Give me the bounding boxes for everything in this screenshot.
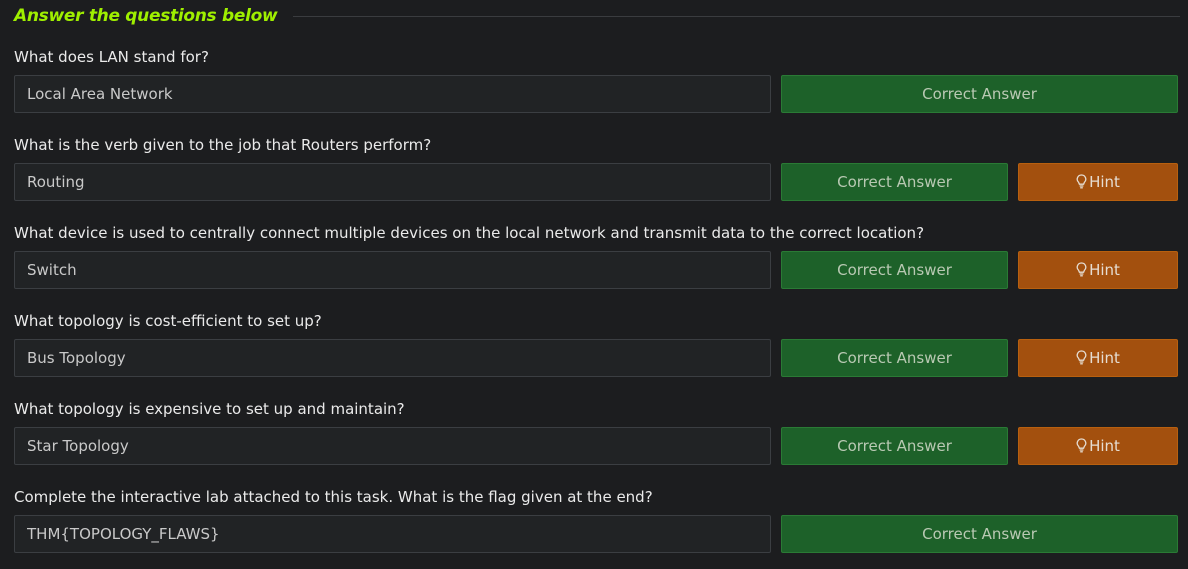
question-text: Complete the interactive lab attached to… <box>14 488 653 506</box>
answer-input[interactable] <box>14 515 771 553</box>
hint-label: Hint <box>1089 173 1120 191</box>
question-text: What does LAN stand for? <box>14 48 209 66</box>
answer-input[interactable] <box>14 75 771 113</box>
lightbulb-icon <box>1076 166 1087 202</box>
correct-answer-button[interactable]: Correct Answer <box>781 75 1178 113</box>
correct-answer-button[interactable]: Correct Answer <box>781 163 1008 201</box>
question-block: What topology is expensive to set up and… <box>14 399 1178 465</box>
header-divider <box>293 15 1180 17</box>
hint-button[interactable]: Hint <box>1018 163 1178 201</box>
question-block: What does LAN stand for? Correct Answer <box>14 47 1178 113</box>
hint-button[interactable]: Hint <box>1018 251 1178 289</box>
question-block: What device is used to centrally connect… <box>14 223 1178 289</box>
answer-input[interactable] <box>14 339 771 377</box>
correct-answer-button[interactable]: Correct Answer <box>781 339 1008 377</box>
section-title: Answer the questions below <box>14 6 278 26</box>
answer-input[interactable] <box>14 427 771 465</box>
question-block: Complete the interactive lab attached to… <box>14 487 1178 553</box>
hint-button[interactable]: Hint <box>1018 339 1178 377</box>
lightbulb-icon <box>1076 342 1087 378</box>
question-block: What is the verb given to the job that R… <box>14 135 1178 201</box>
hint-label: Hint <box>1089 349 1120 367</box>
correct-answer-button[interactable]: Correct Answer <box>781 427 1008 465</box>
correct-answer-button[interactable]: Correct Answer <box>781 515 1178 553</box>
section-header: Answer the questions below <box>14 5 1180 27</box>
hint-button[interactable]: Hint <box>1018 427 1178 465</box>
hint-label: Hint <box>1089 261 1120 279</box>
question-text: What device is used to centrally connect… <box>14 224 925 242</box>
question-text: What is the verb given to the job that R… <box>14 136 432 154</box>
question-text: What topology is expensive to set up and… <box>14 400 405 418</box>
answer-input[interactable] <box>14 251 771 289</box>
lightbulb-icon <box>1076 430 1087 466</box>
hint-label: Hint <box>1089 437 1120 455</box>
correct-answer-button[interactable]: Correct Answer <box>781 251 1008 289</box>
question-text: What topology is cost-efficient to set u… <box>14 312 322 330</box>
question-block: What topology is cost-efficient to set u… <box>14 311 1178 377</box>
lightbulb-icon <box>1076 254 1087 290</box>
answer-input[interactable] <box>14 163 771 201</box>
